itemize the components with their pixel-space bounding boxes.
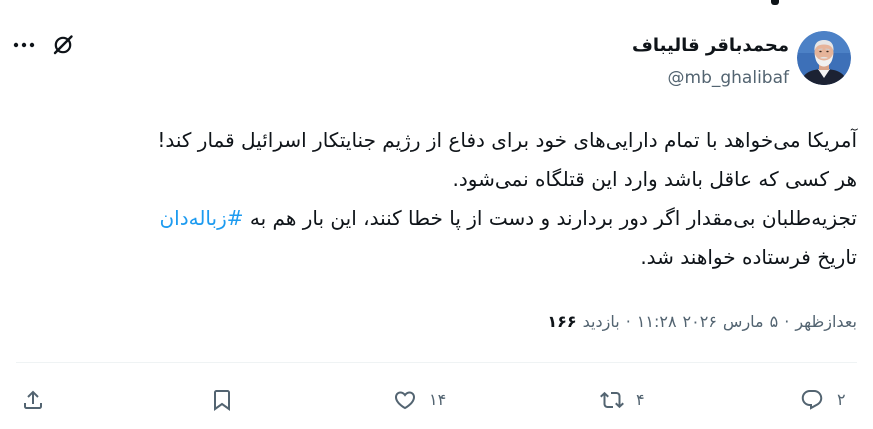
share-icon [21,388,45,412]
like-button[interactable]: ۱۴ [393,388,446,412]
views-count: ۱۶۶ [547,312,577,331]
tweet-line-text: تاریخ فرستاده خواهند شد. [640,245,857,269]
tweet-meta: ۱۶۶ بازدید · ۱۱:۲۸ ۲۰۲۶ مارس ۵ · بعدازظه… [547,310,857,334]
author-handle[interactable]: @mb_ghalibaf [668,66,789,90]
retweet-button[interactable]: ۴ [600,388,645,412]
tweet-line: تجزیه‌طلبان بی‌مقدار اگر دور بردارند و د… [14,199,857,238]
date-year: ۲۰۲۶ [682,312,717,331]
grok-button[interactable] [50,33,76,57]
tweet-text: آمریکا می‌خواهد با تمام دارایی‌های خود ب… [14,121,857,277]
more-dots-icon [10,33,38,57]
share-button[interactable] [21,388,45,412]
retweet-count: ۴ [636,390,645,409]
divider [16,362,857,363]
reply-button[interactable]: ۲ [800,388,846,412]
reply-count: ۲ [837,390,846,409]
time-value: ۱۱:۲۸ [636,312,677,331]
meta-separator: · [784,312,790,331]
more-options-button[interactable] [8,33,40,57]
tweet-line: هر کسی که عاقل باشد وارد این قتلگاه نمی‌… [14,160,857,199]
tweet-line-text: آمریکا می‌خواهد با تمام دارایی‌های خود ب… [157,128,857,152]
date-day: ۵ [769,312,779,331]
author-display-name[interactable]: محمدباقر قالیباف [632,33,789,59]
heart-icon [393,388,417,412]
retweet-icon [600,388,624,412]
like-count: ۱۴ [429,390,447,409]
avatar[interactable] [797,31,851,85]
date-month: مارس [722,312,764,331]
bookmark-button[interactable] [210,388,234,412]
time-period: بعدازظهر [795,312,857,331]
meta-separator: · [625,312,631,331]
top-edge-fragment [771,0,779,5]
timestamp-link[interactable]: ۱۱:۲۸ ۲۰۲۶ مارس ۵ · بعدازظهر [637,310,857,334]
tweet-line: آمریکا می‌خواهد با تمام دارایی‌های خود ب… [14,121,857,160]
reply-icon [800,388,824,412]
views-label: بازدید [582,312,620,331]
hashtag-link[interactable]: #زباله‌دان [159,206,243,230]
tweet-line-text: تجزیه‌طلبان بی‌مقدار اگر دور بردارند و د… [249,206,857,230]
tweet-line: تاریخ فرستاده خواهند شد. [14,238,857,277]
grok-icon [51,33,75,57]
tweet-line-text: هر کسی که عاقل باشد وارد این قتلگاه نمی‌… [452,167,857,191]
bookmark-icon [210,388,234,412]
